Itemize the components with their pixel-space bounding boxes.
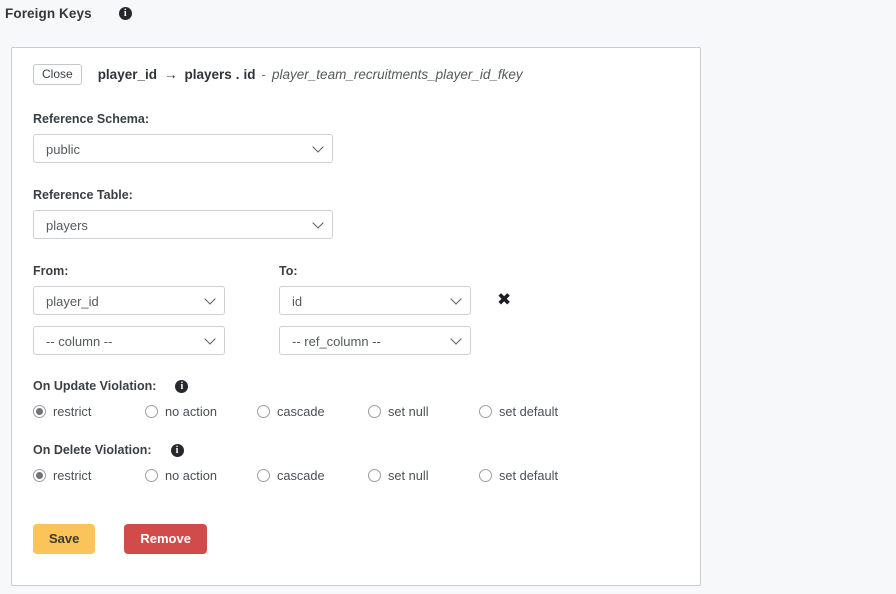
on-delete-violation-header: On Delete Violation: i xyxy=(33,443,679,457)
save-button[interactable]: Save xyxy=(33,524,96,554)
on-update-violation-header: On Update Violation: i xyxy=(33,379,679,393)
mapping-to-cell: -- ref_column -- xyxy=(279,326,471,355)
page-header: Foreign Keys i xyxy=(0,0,896,26)
mapping-from-cell: -- column -- xyxy=(33,326,279,355)
radio-label: set null xyxy=(388,468,429,483)
radio-dot-icon xyxy=(33,405,46,418)
on-delete-radio-cascade[interactable]: cascade xyxy=(257,468,368,483)
fk-constraint-name: player_team_recruitments_player_id_fkey xyxy=(272,67,523,82)
on-update-violation-info-icon[interactable]: i xyxy=(175,379,189,393)
radio-dot-icon xyxy=(257,469,270,482)
reference-schema-label: Reference Schema: xyxy=(33,112,150,126)
on-update-radio-no-action[interactable]: no action xyxy=(145,404,257,419)
on-delete-radio-no-action[interactable]: no action xyxy=(145,468,257,483)
from-column-placeholder-select-wrapper: -- column -- xyxy=(33,326,225,355)
mapping-from-cell: player_id xyxy=(33,286,279,315)
radio-label: set default xyxy=(499,468,559,483)
on-delete-violation-info-icon[interactable]: i xyxy=(170,443,184,457)
form-actions: Save Remove xyxy=(33,524,679,564)
foreign-keys-page: Foreign Keys i Close player_id → players. i… xyxy=(0,0,896,594)
to-column-placeholder-select-wrapper: -- ref_column -- xyxy=(279,326,471,355)
remove-mapping-x-icon[interactable]: ✖ xyxy=(497,292,511,309)
mapping-row: player_id id ✖ xyxy=(33,286,679,315)
mapping-row: -- column -- -- ref_column -- xyxy=(33,326,679,355)
to-column-placeholder-select[interactable]: -- ref_column -- xyxy=(279,326,471,355)
to-column-select-wrapper: id xyxy=(279,286,471,315)
radio-label: set null xyxy=(388,404,429,419)
reference-table-label: Reference Table: xyxy=(33,188,133,202)
radio-label: no action xyxy=(165,404,217,419)
radio-label: cascade xyxy=(277,404,325,419)
fk-from-column: player_id xyxy=(97,67,157,82)
foreign-key-title-row: Close player_id → players. id - player_team_r… xyxy=(33,62,679,87)
on-delete-radio-set-default[interactable]: set default xyxy=(479,468,558,483)
from-label: From: xyxy=(33,264,69,278)
reference-schema-select[interactable]: public xyxy=(33,134,333,163)
to-column-select[interactable]: id xyxy=(279,286,471,315)
page-title: Foreign Keys xyxy=(5,5,92,21)
radio-label: no action xyxy=(165,468,217,483)
on-update-radio-set-default[interactable]: set default xyxy=(479,404,558,419)
on-delete-radio-set-null[interactable]: set null xyxy=(368,468,479,483)
remove-button[interactable]: Remove xyxy=(124,524,207,554)
mapping-to-cell: id xyxy=(279,286,471,315)
reference-table-select-wrapper: players xyxy=(33,210,333,239)
on-delete-violation-label: On Delete Violation: xyxy=(33,443,152,457)
on-update-radio-set-null[interactable]: set null xyxy=(368,404,479,419)
radio-dot-icon xyxy=(145,469,158,482)
radio-label: set default xyxy=(499,404,559,419)
radio-dot-icon xyxy=(33,469,46,482)
fk-ref-table: players xyxy=(184,67,232,82)
on-delete-violation-radio-group: restrict no action cascade set null set … xyxy=(33,468,679,483)
to-label: To: xyxy=(279,264,298,278)
mapping-headers: From: To: xyxy=(33,264,679,278)
foreign-key-card: Close player_id → players. id - player_team_r… xyxy=(11,47,701,586)
radio-label: cascade xyxy=(277,468,325,483)
fk-ref-column: id xyxy=(243,67,256,82)
foreign-key-signature: player_id → players. id - player_team_recruit… xyxy=(98,67,523,82)
on-update-violation-radio-group: restrict no action cascade set null set … xyxy=(33,404,679,419)
radio-dot-icon xyxy=(145,405,158,418)
reference-schema-select-wrapper: public xyxy=(33,134,333,163)
on-update-radio-cascade[interactable]: cascade xyxy=(257,404,368,419)
radio-label: restrict xyxy=(53,468,92,483)
from-column-placeholder-select[interactable]: -- column -- xyxy=(33,326,225,355)
on-delete-radio-restrict[interactable]: restrict xyxy=(33,468,145,483)
fk-separator: . xyxy=(235,67,240,82)
reference-table-select[interactable]: players xyxy=(33,210,333,239)
fk-arrow-icon: → xyxy=(163,67,178,82)
radio-dot-icon xyxy=(479,405,492,418)
close-button[interactable]: Close xyxy=(33,64,82,85)
foreign-keys-info-icon[interactable]: i xyxy=(118,7,132,20)
from-column-select[interactable]: player_id xyxy=(33,286,225,315)
fk-dash: - xyxy=(261,67,267,82)
from-column-select-wrapper: player_id xyxy=(33,286,225,315)
on-update-violation-label: On Update Violation: xyxy=(33,379,157,393)
radio-dot-icon xyxy=(479,469,492,482)
radio-dot-icon xyxy=(257,405,270,418)
radio-dot-icon xyxy=(368,405,381,418)
on-update-radio-restrict[interactable]: restrict xyxy=(33,404,145,419)
radio-dot-icon xyxy=(368,469,381,482)
foreign-key-card-body: Close player_id → players. id - player_team_r… xyxy=(12,48,700,564)
radio-label: restrict xyxy=(53,404,92,419)
